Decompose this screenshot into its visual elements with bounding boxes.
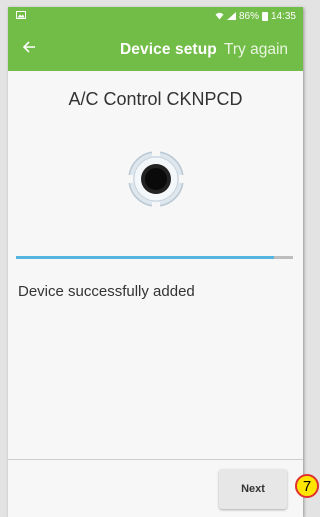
setup-progress-fill — [16, 256, 274, 259]
wifi-icon — [215, 12, 224, 22]
app-toolbar: Device setup Try again — [8, 26, 303, 71]
status-message: Device successfully added — [18, 283, 195, 300]
signal-icon — [226, 11, 236, 22]
clock: 14:35 — [270, 11, 296, 22]
next-button[interactable]: Next — [219, 469, 287, 509]
try-again-button[interactable]: Try again — [224, 41, 288, 59]
image-notification-icon — [16, 11, 26, 22]
status-bar: 86% 14:35 — [8, 7, 303, 26]
footer-divider — [8, 459, 303, 460]
toolbar-title: Device setup — [120, 41, 217, 58]
battery-icon — [261, 12, 268, 21]
arrow-left-icon[interactable] — [22, 39, 36, 57]
battery-percent: 86% — [238, 11, 259, 22]
app-screen: 86% 14:35 Device setup Try again A/C Con… — [8, 7, 303, 517]
step-marker: 7 — [295, 474, 319, 498]
setup-progress-bar — [16, 256, 293, 259]
status-right-group: 86% 14:35 — [215, 11, 296, 22]
device-name: A/C Control CKNPCD — [68, 89, 243, 109]
ac-controller-icon — [127, 150, 185, 208]
